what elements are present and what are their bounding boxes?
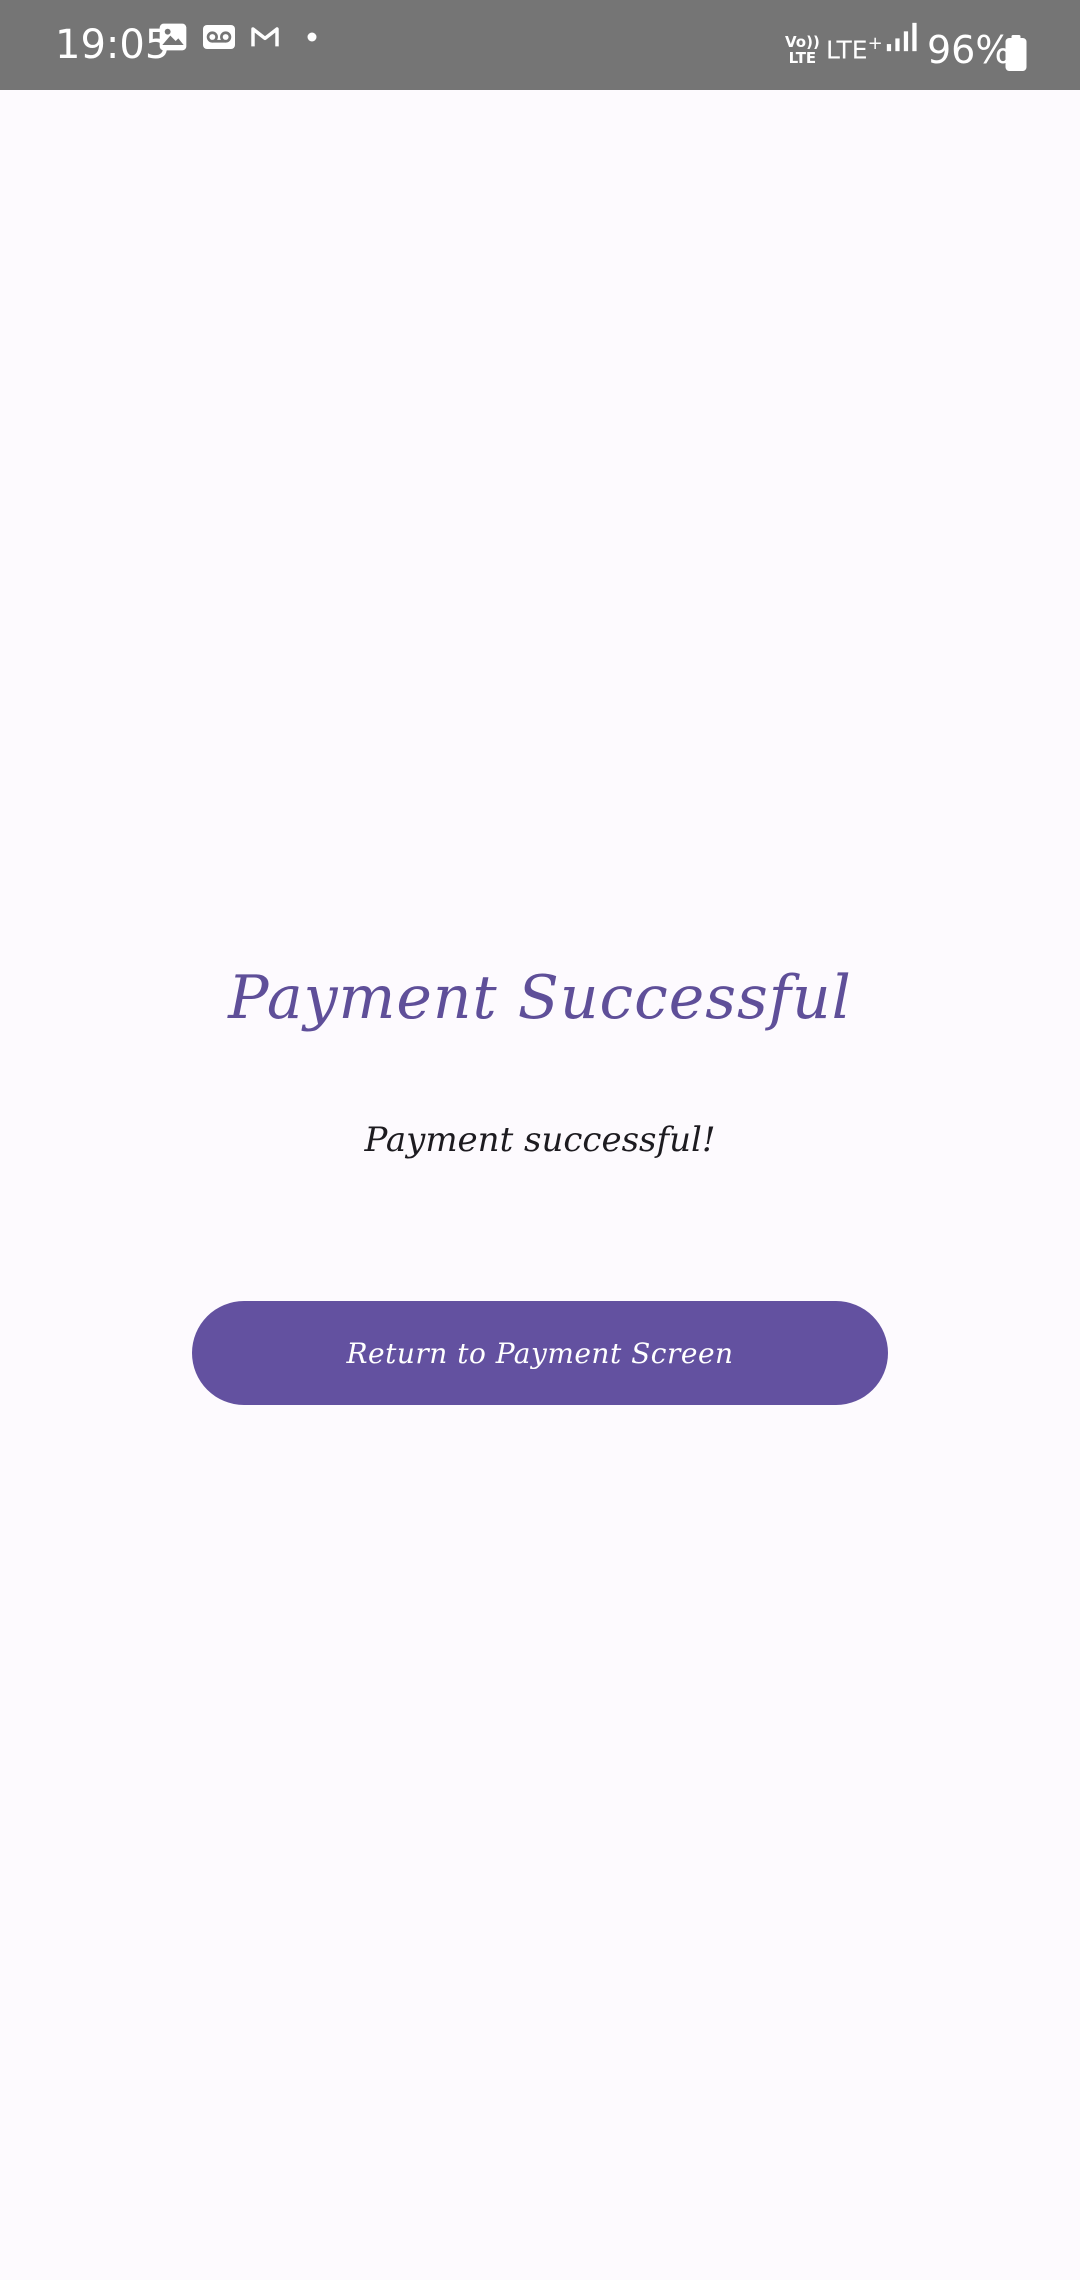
- payment-success-screen: Payment Successful Payment successful! R…: [0, 90, 1080, 2280]
- battery-percent: 96%: [927, 28, 1012, 72]
- status-time: 19:05: [55, 22, 171, 68]
- network-type: LTE+: [826, 30, 883, 64]
- gmail-icon: [248, 21, 282, 53]
- voicemail-icon: [201, 21, 237, 53]
- volte-bottom: LTE: [788, 49, 817, 67]
- page-title: Payment Successful: [228, 963, 852, 1033]
- dot-icon: [302, 21, 322, 53]
- image-icon: [156, 21, 190, 53]
- success-message: Payment successful!: [364, 1120, 716, 1160]
- return-to-payment-button[interactable]: Return to Payment Screen: [192, 1301, 888, 1405]
- signal-icon: [884, 20, 918, 54]
- network-plus: +: [867, 33, 883, 54]
- network-label: LTE: [826, 35, 868, 65]
- volte-indicator: Vo)) LTE: [785, 34, 820, 66]
- battery-icon: [1005, 35, 1027, 71]
- status-bar: 19:05 Vo)) LTE LTE+ 96%: [0, 0, 1080, 90]
